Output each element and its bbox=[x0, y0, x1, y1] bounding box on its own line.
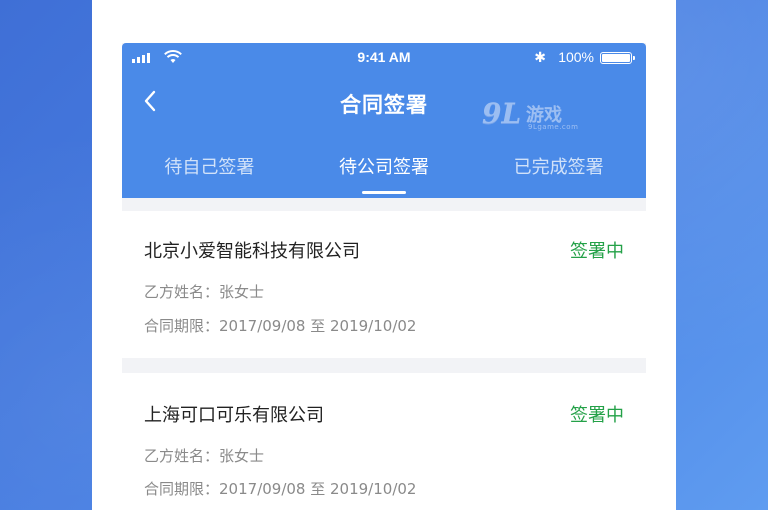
tab-completed[interactable]: 已完成签署 bbox=[471, 151, 646, 198]
status-badge: 签署中 bbox=[570, 405, 624, 426]
party-b-row: 乙方姓名：张女士 bbox=[144, 281, 264, 302]
status-bar: 9:41 AM ✱ 100% bbox=[122, 49, 646, 67]
tab-label: 待自己签署 bbox=[164, 157, 255, 178]
company-name: 上海可口可乐有限公司 bbox=[144, 405, 324, 426]
bluetooth-icon: ✱ bbox=[534, 49, 546, 65]
contract-period-row: 合同期限：2017/09/08 至 2019/10/02 bbox=[144, 315, 416, 336]
battery-percent: 100% bbox=[558, 49, 594, 65]
app-header: 9:41 AM ✱ 100% 合同签署 9L 游戏 9Lgame.com 待自己… bbox=[122, 43, 646, 198]
period-value: 2017/09/08 至 2019/10/02 bbox=[219, 317, 417, 335]
active-tab-indicator bbox=[362, 191, 406, 194]
period-label: 合同期限： bbox=[144, 480, 220, 498]
watermark-logo: 9L 游戏 9Lgame.com bbox=[482, 97, 579, 131]
tab-bar: 待自己签署 待公司签署 已完成签署 bbox=[122, 151, 646, 198]
period-value: 2017/09/08 至 2019/10/02 bbox=[219, 480, 417, 498]
contract-card[interactable]: 北京小爱智能科技有限公司 签署中 乙方姓名：张女士 合同期限：2017/09/0… bbox=[122, 211, 646, 358]
company-name: 北京小爱智能科技有限公司 bbox=[144, 241, 360, 262]
tab-pending-self[interactable]: 待自己签署 bbox=[122, 151, 297, 198]
period-label: 合同期限： bbox=[144, 317, 220, 335]
tab-label: 已完成签署 bbox=[513, 157, 604, 178]
party-b-row: 乙方姓名：张女士 bbox=[144, 445, 264, 466]
status-badge: 签署中 bbox=[570, 241, 624, 262]
tab-label: 待公司签署 bbox=[339, 157, 429, 178]
party-b-label: 乙方姓名： bbox=[144, 447, 220, 465]
party-b-label: 乙方姓名： bbox=[144, 283, 220, 301]
contract-period-row: 合同期限：2017/09/08 至 2019/10/02 bbox=[144, 478, 416, 499]
contract-card[interactable]: 上海可口可乐有限公司 签署中 乙方姓名：张女士 合同期限：2017/09/08 … bbox=[122, 373, 646, 510]
tab-pending-company[interactable]: 待公司签署 bbox=[297, 151, 472, 198]
party-b-value: 张女士 bbox=[219, 447, 265, 465]
app-screen: 9:41 AM ✱ 100% 合同签署 9L 游戏 9Lgame.com 待自己… bbox=[122, 43, 646, 510]
party-b-value: 张女士 bbox=[219, 283, 265, 301]
battery-icon bbox=[600, 52, 635, 64]
